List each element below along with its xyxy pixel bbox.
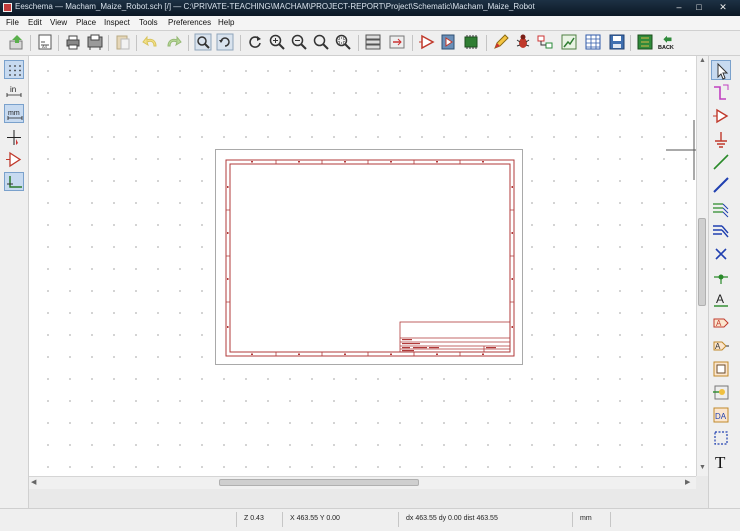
import-sheet-pin-icon[interactable] [711, 382, 731, 402]
redo-icon[interactable] [164, 33, 182, 51]
save-icon[interactable] [608, 33, 626, 51]
status-units: mm [580, 515, 592, 522]
svg-text:T: T [715, 453, 726, 471]
leave-sheet-icon[interactable] [388, 33, 406, 51]
left-toolbar: in mm [0, 56, 29, 508]
status-delta: dx 463.55 dy 0.00 dist 463.55 [406, 515, 498, 522]
svg-text:in: in [10, 85, 16, 94]
menu-edit[interactable]: Edit [28, 18, 42, 27]
close-button[interactable]: ✕ [712, 1, 734, 13]
horizontal-scroll-thumb[interactable] [219, 479, 419, 486]
sheet-frame [225, 159, 515, 357]
add-symbol-icon[interactable] [711, 106, 731, 126]
menu-tools[interactable]: Tools [139, 18, 158, 27]
schematic-setup-icon[interactable] [8, 33, 26, 51]
add-bus-icon[interactable] [711, 175, 731, 195]
units-mm-icon[interactable]: mm [4, 104, 24, 123]
svg-text:A: A [716, 319, 722, 328]
back-label: BACK [658, 45, 674, 51]
units-inch-icon[interactable]: in [4, 82, 24, 101]
add-power-icon[interactable] [711, 129, 731, 149]
schematic-canvas[interactable] [29, 56, 696, 476]
back-button[interactable]: BACK [658, 33, 678, 51]
undo-icon[interactable] [142, 33, 160, 51]
status-cursor-position: X 463.55 Y 0.00 [290, 515, 340, 522]
vertical-scroll-thumb[interactable] [698, 218, 706, 306]
symbol-browser-icon[interactable] [440, 33, 458, 51]
scroll-right-arrow[interactable]: ▶ [685, 478, 690, 486]
netlist-icon[interactable] [536, 33, 554, 51]
main-toolbar: A4 BACK [0, 31, 740, 56]
status-bar: Z 0.43 X 463.55 Y 0.00 dx 463.55 dy 0.00… [0, 508, 740, 531]
wire-angle-icon[interactable] [4, 172, 24, 191]
wire-to-bus-entry-icon[interactable] [711, 198, 731, 218]
find-replace-icon[interactable] [216, 33, 234, 51]
svg-text:A: A [715, 342, 721, 351]
plot-icon[interactable] [86, 33, 104, 51]
grid-icon[interactable] [4, 60, 24, 79]
scroll-down-arrow[interactable]: ▼ [699, 464, 706, 471]
svg-text:DA: DA [715, 412, 727, 421]
drawing-sheet [215, 149, 523, 365]
eeschema-app-icon [3, 3, 12, 12]
page-settings-icon[interactable]: A4 [36, 33, 54, 51]
menu-bar: File Edit View Place Inspect Tools Prefe… [0, 16, 740, 31]
spreadsheet-icon[interactable] [584, 33, 602, 51]
erc-icon[interactable] [514, 33, 532, 51]
zoom-selection-icon[interactable] [334, 33, 352, 51]
net-label-icon[interactable]: A [711, 290, 731, 310]
hidden-pins-icon[interactable] [4, 150, 24, 169]
global-label-icon[interactable]: A [711, 313, 731, 333]
bus-to-bus-entry-icon[interactable] [711, 221, 731, 241]
zoom-fit-icon[interactable] [312, 33, 330, 51]
menu-file[interactable]: File [6, 18, 19, 27]
graphic-lines-icon[interactable] [711, 428, 731, 448]
menu-view[interactable]: View [50, 18, 67, 27]
scroll-left-arrow[interactable]: ◀ [31, 478, 36, 486]
zoom-out-icon[interactable] [290, 33, 308, 51]
title-bar: Eeschema — Macham_Maize_Robot.sch [/] — … [0, 0, 740, 16]
add-wire-icon[interactable] [711, 152, 731, 172]
cursor-shape-icon[interactable] [4, 128, 24, 147]
scroll-up-arrow[interactable]: ▲ [699, 57, 706, 64]
menu-inspect[interactable]: Inspect [104, 18, 130, 27]
zoom-in-icon[interactable] [268, 33, 286, 51]
menu-place[interactable]: Place [76, 18, 96, 27]
menu-help[interactable]: Help [218, 18, 234, 27]
hierarchical-sheet-icon[interactable] [711, 359, 731, 379]
no-connect-icon[interactable] [711, 244, 731, 264]
annotate-icon[interactable] [492, 33, 510, 51]
paste-icon[interactable] [114, 33, 132, 51]
find-icon[interactable] [194, 33, 212, 51]
vertical-scrollbar[interactable]: ▲ ▼ [696, 56, 708, 476]
maximize-button[interactable]: □ [690, 1, 708, 13]
hierarchy-navigator-icon[interactable] [364, 33, 382, 51]
svg-text:A4: A4 [42, 44, 48, 49]
svg-text:mm: mm [8, 110, 20, 117]
redraw-icon[interactable] [246, 33, 264, 51]
add-sheet-pin-icon[interactable]: DA [711, 405, 731, 425]
add-text-icon[interactable]: T [711, 451, 731, 471]
symbol-editor-icon[interactable] [418, 33, 436, 51]
bom-icon[interactable] [560, 33, 578, 51]
horizontal-scrollbar[interactable]: ◀ ▶ [29, 476, 696, 489]
pcbnew-icon[interactable] [636, 33, 654, 51]
hierarchical-label-icon[interactable]: A [711, 336, 731, 356]
status-zoom: Z 0.43 [244, 515, 264, 522]
window-title: Eeschema — Macham_Maize_Robot.sch [/] — … [15, 2, 535, 11]
junction-icon[interactable] [711, 267, 731, 287]
footprint-assign-icon[interactable] [462, 33, 480, 51]
crosshair-cursor [666, 120, 696, 180]
highlight-net-icon[interactable] [711, 83, 731, 103]
select-icon[interactable] [711, 60, 731, 80]
right-toolbar: A A A DA T [708, 56, 740, 508]
minimize-button[interactable]: – [670, 1, 688, 13]
menu-preferences[interactable]: Preferences [168, 18, 211, 27]
print-icon[interactable] [64, 33, 82, 51]
svg-text:A: A [716, 292, 724, 306]
